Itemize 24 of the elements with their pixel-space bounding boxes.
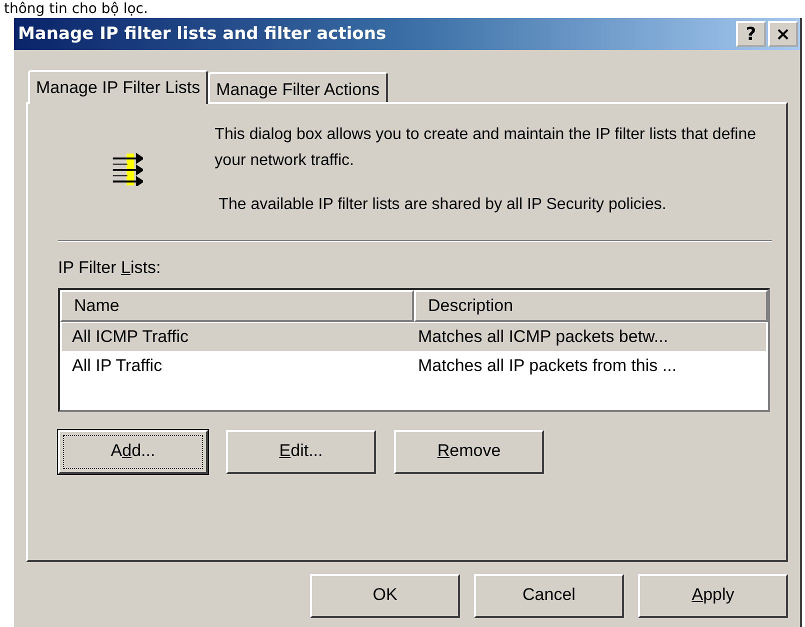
dialog-button[interactable]: Apply [638,574,788,618]
filter-icon [110,152,143,186]
column-header[interactable]: Name [60,290,414,322]
description-text: The available IP filter lists are shared by all IP Security policies. [218,195,668,215]
tab[interactable]: Manage IP Filter Lists [28,70,208,104]
list-action-button[interactable]: Edit... [226,430,376,474]
list-action-button[interactable]: Remove [394,430,544,474]
name-cell-text: All ICMP Traffic [71,327,190,347]
dialog-button[interactable]: Cancel [474,574,624,618]
description-cell-text: Matches all ICMP packets betw... [417,327,668,347]
dialog-button[interactable]: OK [310,574,460,618]
help-button[interactable]: ? [736,21,766,47]
window-title: Manage IP filter lists and filter actions [18,24,386,44]
column-header[interactable]: Description [414,290,768,322]
name-cell-text: All IP Traffic [71,356,164,376]
list-action-button[interactable]: Add... [58,430,208,474]
list-row[interactable]: All IP Traffic Matches all IP packets from this ... [62,352,766,380]
list-label: IP Filter Lists: [58,257,162,279]
caption-text: thông tin cho bộ lọc. [3,0,149,18]
description-text: This dialog box allows you to create and maintain the IP filter lists that define your network traffic. [214,125,758,171]
tab[interactable]: Manage Filter Actions [208,72,388,102]
description-cell-text: Matches all IP packets from this ... [417,356,677,376]
close-button[interactable]: × [768,21,798,47]
list-row[interactable]: All ICMP Traffic Matches all ICMP packets betw... [62,323,766,351]
